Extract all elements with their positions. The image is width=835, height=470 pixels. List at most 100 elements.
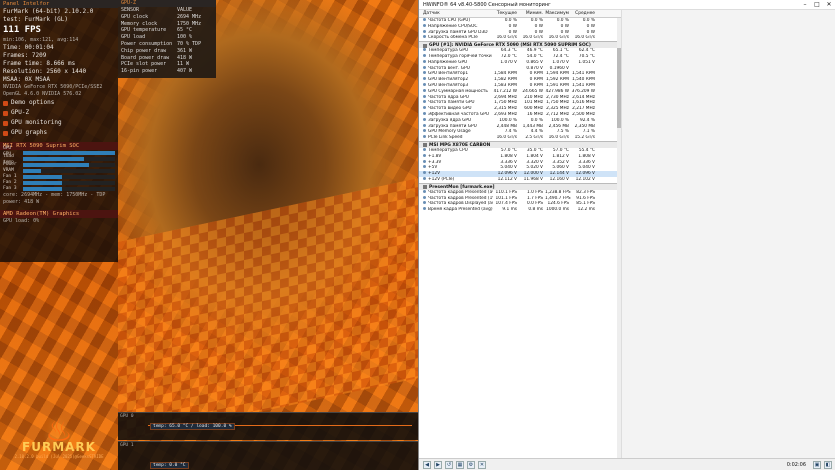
sensor-value: 16.0 GT/s: [548, 135, 569, 141]
sensor-name-text: Частота кадров Displayed (avg): [428, 201, 493, 207]
chip-icon: [423, 143, 427, 148]
sensor-icon: [423, 159, 426, 163]
close-icon[interactable]: ✕: [823, 1, 835, 8]
column-current[interactable]: Текущее: [493, 10, 519, 17]
gpuz-row: Power consumption 70 % TDP: [118, 41, 216, 48]
checkbox-icon: [3, 110, 8, 116]
gpuz-sensor-name: GPU temperature: [121, 27, 167, 34]
reset-icon[interactable]: ↺: [445, 460, 453, 469]
column-max[interactable]: Максимум: [545, 10, 571, 17]
sensor-list[interactable]: Частота CPU (GPU) 0.0 % 0.0 % 0.0 % 0.0 % Нап…: [419, 18, 619, 458]
settings-icon[interactable]: ⚙: [467, 460, 475, 469]
sensor-icon: [423, 23, 426, 27]
column-avg[interactable]: Среднее: [571, 10, 597, 17]
gpuz-sensor-name: Memory clock: [121, 20, 158, 27]
gpuz-sensor-value: 100 %: [177, 34, 193, 41]
column-min[interactable]: Миним.: [519, 10, 545, 17]
gpu-monitor-bar: [23, 181, 115, 185]
sensor-name-text: Частота CPU (GPU): [428, 18, 471, 23]
sensor-icon: [423, 35, 426, 39]
gpu-monitor-bar-fill: [23, 181, 62, 185]
graph-tag: temp: 65.0 °C / load: 100.0 %: [150, 423, 235, 430]
stat-row: MSAA: 0X MSAA: [3, 76, 50, 83]
sensor-row[interactable]: Скорость обмена PCIe 16.0 GT/s 16.0 GT/s 16…: [419, 35, 619, 41]
sensor-icon: [423, 29, 426, 33]
gpuz-sensor-name: Board power draw: [121, 54, 170, 61]
sensor-icon: [423, 171, 426, 175]
sensor-icon: [423, 111, 426, 115]
sensor-icon: [423, 135, 426, 139]
sensor-icon: [423, 201, 426, 205]
close-sensors-icon[interactable]: ✕: [478, 460, 486, 469]
sensor-name-text: Частота ядра GPU: [428, 94, 469, 100]
prev-icon[interactable]: ◀: [423, 460, 431, 469]
sensor-name-text: GPU Вентилятор3: [428, 82, 469, 88]
hwinfo-titlebar[interactable]: HWiNFO® 64 v8.40-5800 Сенсорный монитори…: [419, 0, 835, 10]
sensor-name-text: Частота видео GPU: [428, 106, 472, 112]
gpu-monitor-bar: [23, 163, 115, 167]
checkbox-gpuz[interactable]: GPU-Z: [0, 108, 118, 118]
sensor-name-text: +5V: [428, 165, 438, 171]
hud-test-line: test: FurMark (GL): [3, 16, 69, 23]
sensor-name-text: Загрузка памяти GPU: [428, 123, 477, 129]
gpu-monitor-rows: GPU load GPU temp Power VRAM Fan 1 Fan 2 Fan 3: [0, 146, 118, 192]
gpuz-sensor-name: GPU clock: [121, 13, 149, 20]
sensor-name-text: Эффективная частота GPU: [428, 111, 490, 117]
gpuz-row: 16-pin power 407 W: [118, 68, 216, 75]
gpuz-sensor-value: 407 W: [177, 68, 193, 75]
hwinfo-empty-pane: [621, 10, 835, 458]
sensor-row[interactable]: +12V (PCIe) 12.112 V 11.968 V 12.160 V 12.10…: [419, 176, 619, 183]
gpu-monitor-bar: [23, 151, 115, 155]
sensor-icon: [423, 153, 426, 157]
sensor-name-text: Температура CPU: [428, 147, 468, 153]
sensor-name-text: Загрузка ядра GPU: [428, 117, 472, 123]
checkbox-gpu-monitoring[interactable]: GPU monitoring: [0, 118, 118, 128]
gpuz-row: GPU temperature 65 °C: [118, 27, 216, 34]
gpuz-titlebar[interactable]: GPU-Z: [118, 0, 216, 7]
hwinfo-title: HWiNFO® 64 v8.40-5800 Сенсорный монитори…: [423, 1, 551, 8]
graph-tag: temp: 0.0 °C: [150, 462, 189, 469]
tray-icon[interactable]: ◧: [824, 460, 832, 469]
sensor-icon: [423, 77, 426, 81]
sensor-row[interactable]: PCIe Link Speed 16.0 GT/s 2.5 GT/s 16.0 GT/…: [419, 135, 619, 141]
amd-section-header[interactable]: AMD Radeon(TM) Graphics: [0, 210, 118, 218]
sensor-icon: [423, 117, 426, 121]
gpu-monitor-bar: [23, 187, 115, 191]
sensor-icon: [423, 100, 426, 104]
sensor-name-text: Загрузка памяти GPU D3D: [428, 29, 488, 35]
sensor-name-text: +12V (PCIe): [428, 176, 455, 182]
checkbox-icon: [3, 120, 8, 126]
sensor-name-text: Частота вент. GPU: [428, 65, 470, 71]
sensor-value: 16.0 GT/s: [522, 35, 543, 41]
sensor-value: 11.968 V: [523, 176, 543, 182]
sensor-group-header[interactable]: MSI MPG X870E CARBON: [419, 140, 619, 148]
sensor-name-text: GPU Вентилятор2: [428, 77, 469, 83]
gpuz-sensor-name: 16-pin power: [121, 68, 158, 75]
sensor-name-text: GPU Вентилятор1: [428, 71, 469, 77]
gpu-monitor-bar-fill: [23, 151, 115, 155]
sensor-group-header[interactable]: GPU [#1]: NVIDIA GeForce RTX 5090 (MSI R…: [419, 41, 619, 49]
sensor-name-text: Частота памяти GPU: [428, 100, 475, 106]
sensor-group-header[interactable]: PresentMon [furmark.exe]: [419, 182, 619, 190]
sensor-icon: [423, 65, 426, 69]
desktop: Panel Intelfor FurMark (64-bit) 2.10.2.0…: [0, 0, 835, 470]
stat-row: Time: 00:01:04: [3, 44, 54, 51]
column-sensor[interactable]: Датчик: [419, 10, 493, 17]
sensor-row[interactable]: Время кадра Presented (avg) 9.1 ms 0.8 ms 1…: [419, 207, 619, 213]
minimize-icon[interactable]: –: [799, 1, 811, 8]
next-icon[interactable]: ▶: [434, 460, 442, 469]
gpu-monitor-bar-fill: [23, 157, 84, 161]
gpu-monitor-bar-fill: [23, 169, 42, 173]
hud-titlebar[interactable]: Panel Intelfor: [0, 0, 118, 8]
sensor-icon: [423, 106, 426, 110]
graph-label: GPU 0: [120, 414, 134, 419]
checkbox-demo-options[interactable]: Demo options: [0, 98, 118, 108]
chip-icon: [423, 43, 427, 48]
layout-icon[interactable]: ▦: [456, 460, 464, 469]
tray-icon[interactable]: ▣: [813, 460, 821, 469]
sensor-name-text: Частота кадров Presented (avg): [428, 189, 493, 195]
checkbox-gpu-graphs[interactable]: GPU graphs: [0, 128, 118, 138]
gpuz-sensor-value: 70 % TDP: [177, 40, 202, 47]
stat-row: Frames: 7209: [3, 52, 47, 59]
maximize-icon[interactable]: □: [811, 1, 823, 8]
